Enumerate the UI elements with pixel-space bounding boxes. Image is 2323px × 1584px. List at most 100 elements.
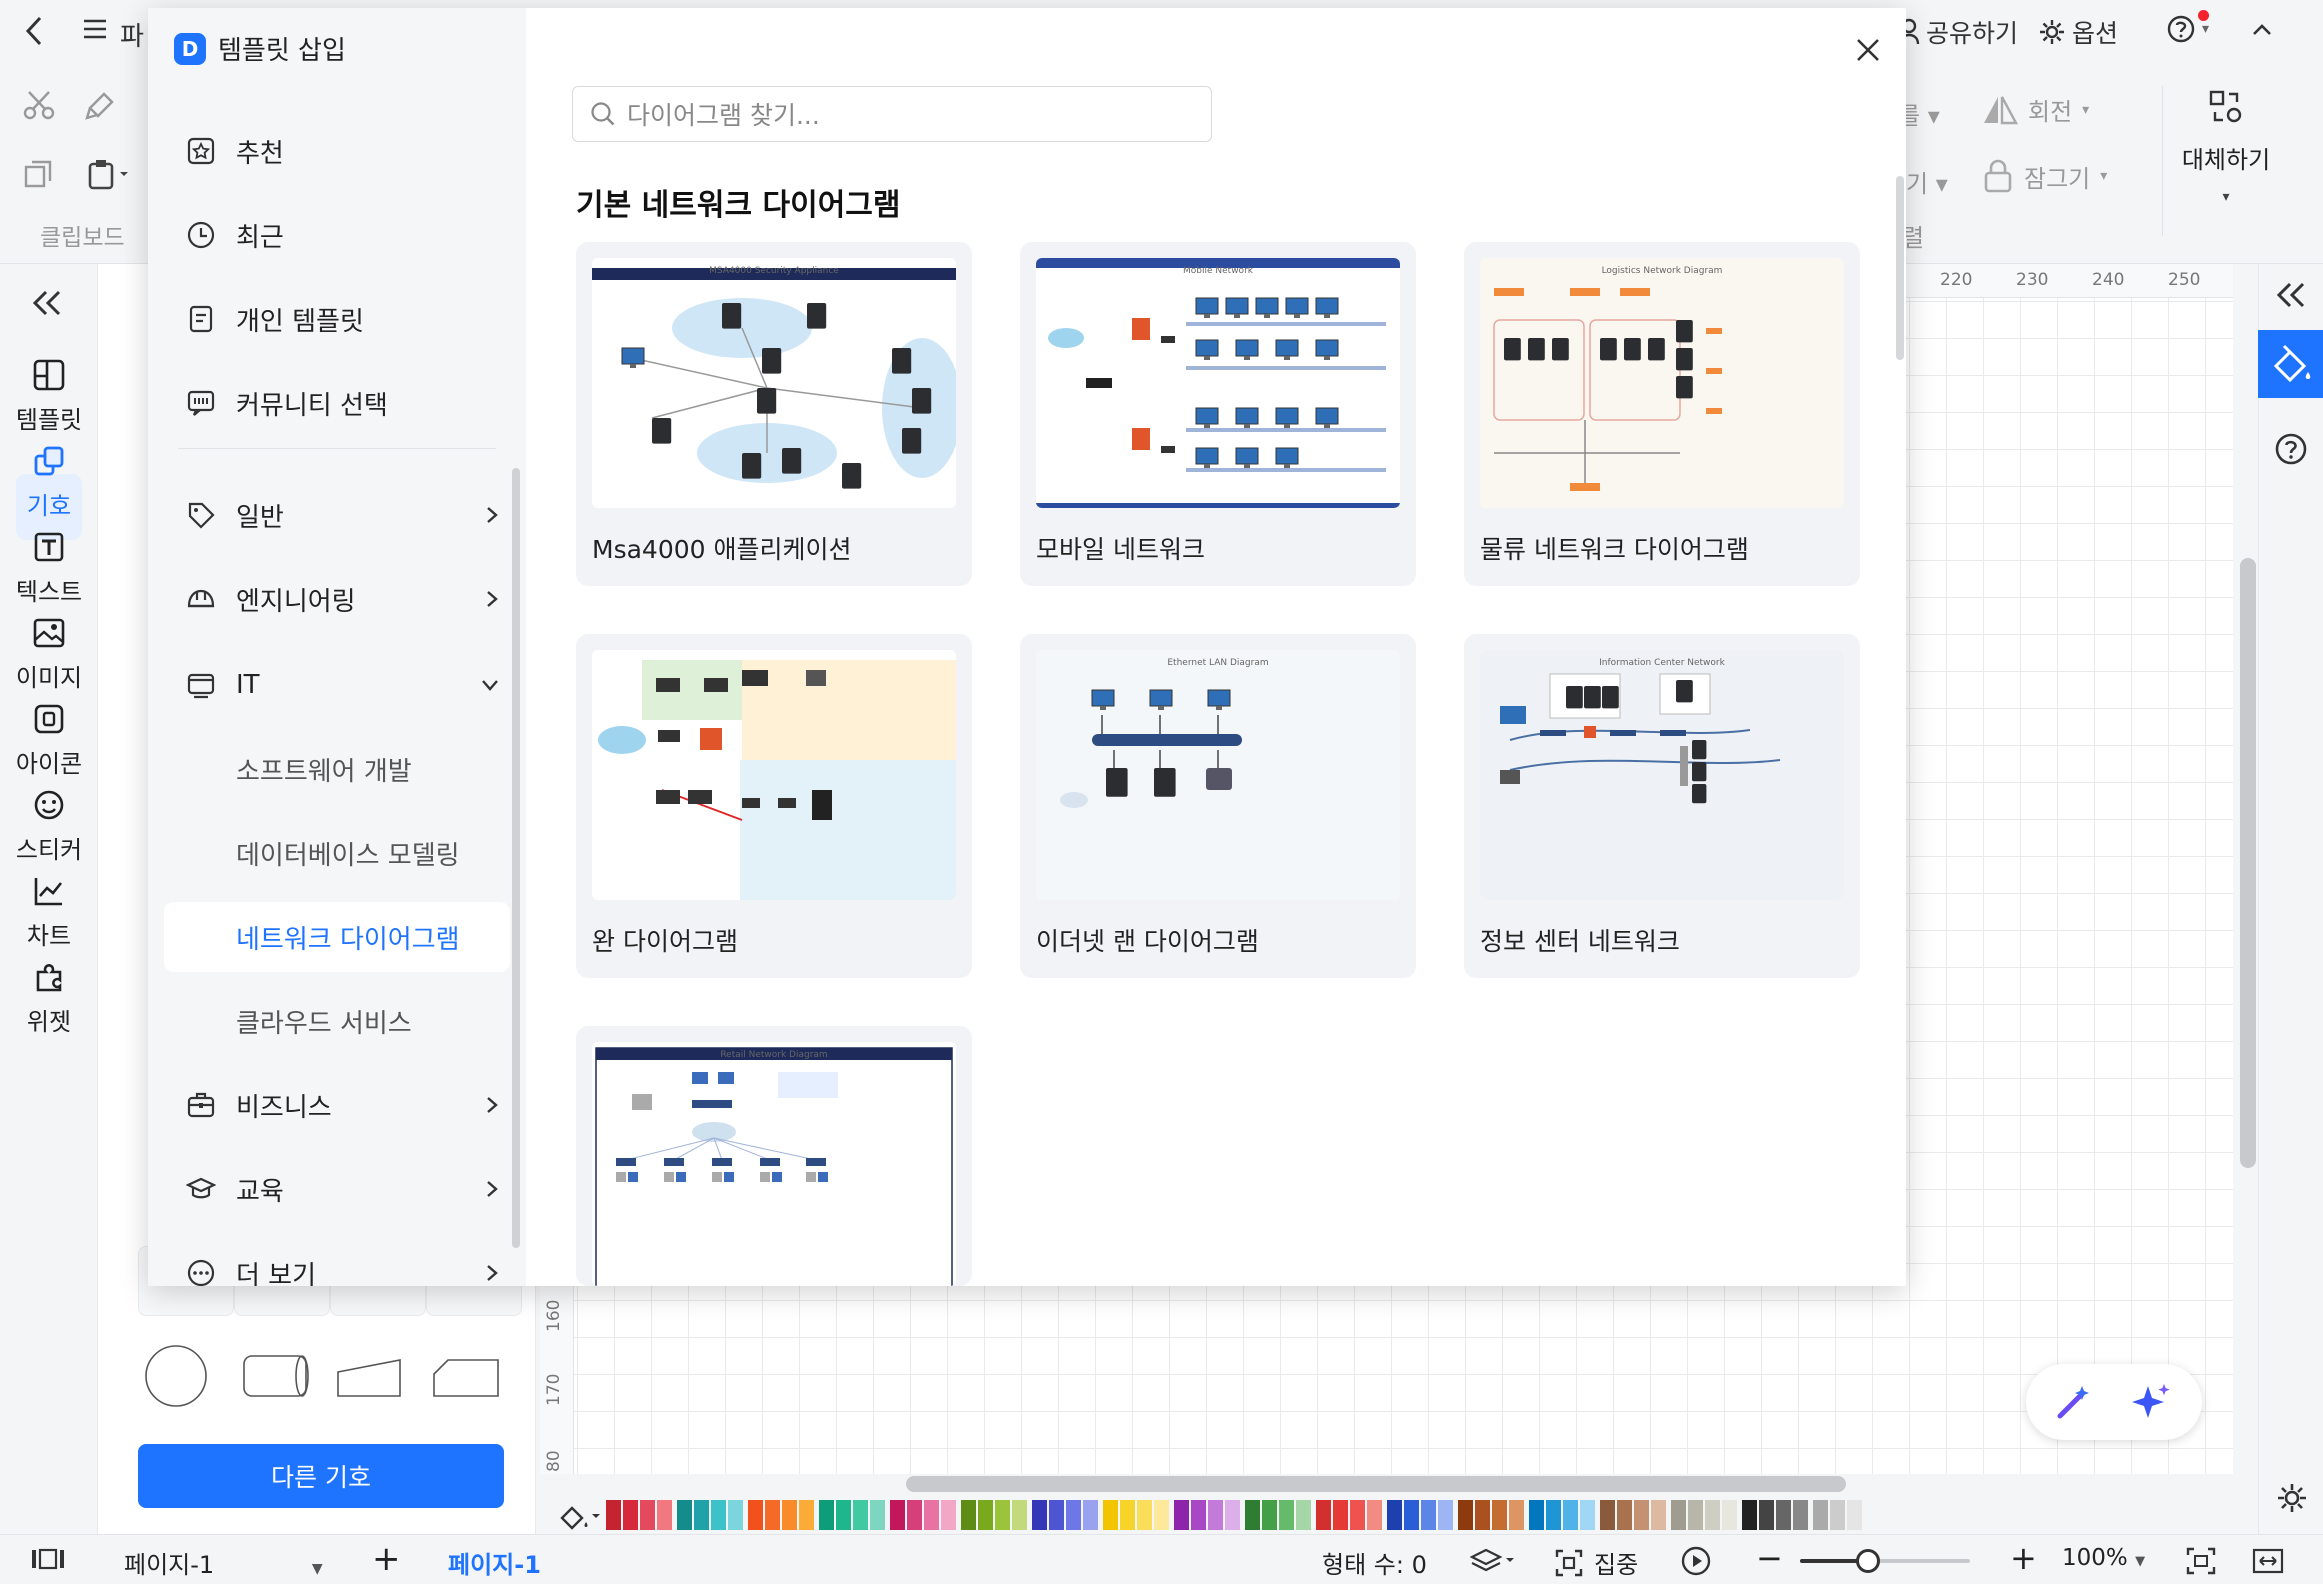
color-swatch[interactable] (1722, 1500, 1737, 1530)
color-swatch[interactable] (1617, 1500, 1632, 1530)
color-swatch[interactable] (677, 1500, 692, 1530)
color-swatch[interactable] (1793, 1500, 1808, 1530)
color-swatch[interactable] (1333, 1500, 1348, 1530)
color-swatch[interactable] (694, 1500, 709, 1530)
template-card[interactable]: Information Center Network 정보 센터 네트워크 (1464, 634, 1860, 978)
color-swatch[interactable] (1847, 1500, 1862, 1530)
color-swatch[interactable] (1316, 1500, 1331, 1530)
zoom-in-button[interactable]: + (2010, 1539, 2037, 1577)
options-button[interactable]: 옵션 (2038, 14, 2118, 50)
rail-item-image[interactable]: 이미지 (0, 614, 98, 693)
color-swatch[interactable] (853, 1500, 868, 1530)
rail-item-chart[interactable]: 차트 (0, 872, 98, 951)
format-painter-button[interactable] (84, 88, 118, 131)
color-swatch[interactable] (1458, 1500, 1473, 1530)
color-swatch[interactable] (924, 1500, 939, 1530)
template-card[interactable]: 완 다이어그램 (576, 634, 972, 978)
color-swatch[interactable] (1546, 1500, 1561, 1530)
style-panel-button[interactable] (2258, 330, 2323, 398)
color-swatch[interactable] (1049, 1500, 1064, 1530)
nav-item-bottom-2[interactable]: 더 보기 (148, 1238, 526, 1286)
color-swatch[interactable] (1083, 1500, 1098, 1530)
color-swatch[interactable] (836, 1500, 851, 1530)
color-swatch[interactable] (765, 1500, 780, 1530)
color-swatch[interactable] (1279, 1500, 1294, 1530)
color-swatch[interactable] (1759, 1500, 1774, 1530)
sidebar-scrollbar[interactable] (512, 468, 520, 1248)
add-page-button[interactable]: + (372, 1539, 401, 1579)
color-swatch[interactable] (1600, 1500, 1615, 1530)
template-card[interactable]: Mobile Network 모바일 네트워크 (1020, 242, 1416, 586)
color-swatch[interactable] (782, 1500, 797, 1530)
color-swatch[interactable] (799, 1500, 814, 1530)
color-swatch[interactable] (1404, 1500, 1419, 1530)
trapezoid-shape[interactable] (330, 1338, 426, 1408)
color-swatch[interactable] (1813, 1500, 1828, 1530)
template-card[interactable]: MSA4000 Security Appliance Msa4000 애플리케이션 (576, 242, 972, 586)
color-swatch[interactable] (1387, 1500, 1402, 1530)
fullscreen-button[interactable] (2252, 1547, 2284, 1581)
color-swatch[interactable] (1438, 1500, 1453, 1530)
color-swatch[interactable] (1580, 1500, 1595, 1530)
rotate-button[interactable]: 회전 ▾ (1982, 92, 2089, 127)
cut-button[interactable] (22, 88, 56, 131)
horizontal-scrollbar[interactable] (906, 1476, 1846, 1492)
template-search-input[interactable]: 다이어그램 찾기... (572, 86, 1212, 142)
cylinder-shape[interactable] (234, 1338, 330, 1408)
color-swatch[interactable] (640, 1500, 655, 1530)
replace-button[interactable]: 대체하기 ▾ (2176, 88, 2276, 205)
rail-item-icon[interactable]: 아이콘 (0, 700, 98, 779)
nav-item-sub-1[interactable]: 데이터베이스 모델링 (148, 818, 526, 888)
nav-item-sub-3[interactable]: 클라우드 서비스 (148, 986, 526, 1056)
ai-magic-wand-button[interactable] (2052, 1382, 2094, 1428)
color-swatch[interactable] (748, 1500, 763, 1530)
color-swatch[interactable] (1012, 1500, 1027, 1530)
zoom-level[interactable]: 100% ▼ (2062, 1545, 2145, 1571)
template-card[interactable]: Ethernet LAN Diagram 이더넷 랜 다이어그램 (1020, 634, 1416, 978)
nav-item-top-1[interactable]: 최근 (148, 200, 526, 270)
color-swatch[interactable] (1245, 1500, 1260, 1530)
color-swatch[interactable] (1367, 1500, 1382, 1530)
color-swatch[interactable] (657, 1500, 672, 1530)
color-swatch[interactable] (1191, 1500, 1206, 1530)
nav-item-top-0[interactable]: 추천 (148, 116, 526, 186)
nav-item-category-1[interactable]: 엔지니어링 (148, 564, 526, 634)
zoom-slider-track[interactable] (1800, 1549, 1970, 1573)
lock-button[interactable]: 잠그기 ▾ (1982, 158, 2107, 194)
color-swatch[interactable] (1830, 1500, 1845, 1530)
nav-item-bottom-1[interactable]: 교육 (148, 1154, 526, 1224)
color-swatch[interactable] (870, 1500, 885, 1530)
color-swatch[interactable] (1262, 1500, 1277, 1530)
tab-page-1[interactable]: 페이지-1 (448, 1545, 541, 1580)
rail-item-symbol[interactable]: 기호 (0, 442, 98, 521)
color-swatch[interactable] (711, 1500, 726, 1530)
menu-button[interactable] (80, 14, 110, 52)
color-swatch[interactable] (1634, 1500, 1649, 1530)
template-card[interactable]: Logistics Network Diagram 물류 네트워크 다이어그램 (1464, 242, 1860, 586)
help-panel-button[interactable] (2274, 432, 2308, 470)
copy-button[interactable] (22, 158, 54, 199)
color-swatch[interactable] (623, 1500, 638, 1530)
color-swatch[interactable] (1225, 1500, 1240, 1530)
color-swatch[interactable] (1154, 1500, 1169, 1530)
color-swatch[interactable] (728, 1500, 743, 1530)
color-swatch[interactable] (1563, 1500, 1578, 1530)
color-swatch[interactable] (995, 1500, 1010, 1530)
close-button[interactable] (1848, 30, 1888, 70)
rail-item-text[interactable]: 텍스트 (0, 528, 98, 607)
color-swatch[interactable] (1032, 1500, 1047, 1530)
zoom-out-button[interactable]: − (1756, 1539, 1783, 1577)
color-swatch[interactable] (1103, 1500, 1118, 1530)
color-swatch[interactable] (907, 1500, 922, 1530)
circle-shape[interactable] (138, 1338, 234, 1408)
play-button[interactable] (1680, 1545, 1712, 1583)
color-swatch[interactable] (961, 1500, 976, 1530)
color-swatch[interactable] (941, 1500, 956, 1530)
color-swatch[interactable] (1509, 1500, 1524, 1530)
color-swatch[interactable] (1705, 1500, 1720, 1530)
expand-right-panel-button[interactable] (2274, 280, 2308, 314)
color-swatch[interactable] (1421, 1500, 1436, 1530)
paste-button[interactable] (86, 158, 130, 199)
page-selector[interactable]: 페이지-1 ▼ (124, 1545, 323, 1580)
vertical-scrollbar[interactable] (2240, 558, 2256, 1168)
